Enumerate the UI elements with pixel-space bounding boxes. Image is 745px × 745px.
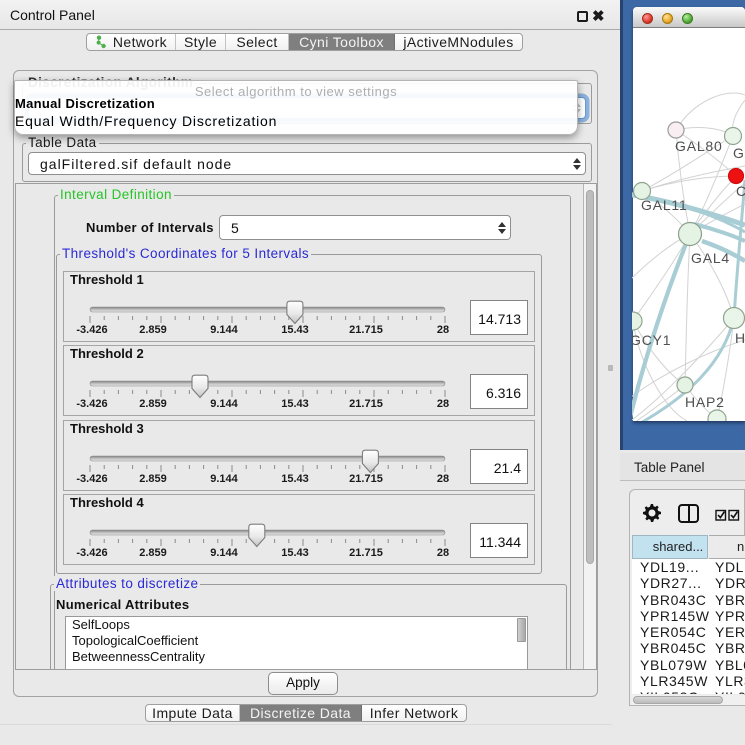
svg-text:9.144: 9.144 (210, 547, 238, 559)
svg-text:28: 28 (437, 473, 449, 485)
svg-text:H: H (735, 330, 745, 346)
svg-text:GA: GA (733, 145, 745, 161)
svg-text:-3.426: -3.426 (76, 398, 107, 410)
svg-text:21.715: 21.715 (349, 547, 383, 559)
svg-text:9.144: 9.144 (210, 324, 238, 336)
svg-text:28: 28 (437, 547, 449, 559)
svg-text:28: 28 (437, 324, 449, 336)
svg-text:21.715: 21.715 (349, 473, 383, 485)
svg-text:15.43: 15.43 (281, 324, 309, 336)
svg-text:21.715: 21.715 (349, 398, 383, 410)
svg-text:C: C (736, 183, 745, 199)
svg-text:15.43: 15.43 (281, 398, 309, 410)
svg-text:2.859: 2.859 (139, 324, 167, 336)
svg-text:GCY1: GCY1 (632, 332, 671, 348)
svg-text:2.859: 2.859 (139, 547, 167, 559)
svg-text:28: 28 (437, 398, 449, 410)
svg-text:21.715: 21.715 (349, 324, 383, 336)
svg-text:-3.426: -3.426 (76, 547, 107, 559)
svg-text:15.43: 15.43 (281, 473, 309, 485)
svg-text:HAP2: HAP2 (685, 394, 725, 410)
svg-text:9.144: 9.144 (210, 473, 238, 485)
svg-text:9.144: 9.144 (210, 398, 238, 410)
svg-text:GAL4: GAL4 (691, 250, 730, 266)
svg-text:2.859: 2.859 (139, 398, 167, 410)
svg-text:GAL11: GAL11 (641, 197, 688, 213)
svg-text:15.43: 15.43 (281, 547, 309, 559)
svg-text:GAL80: GAL80 (675, 138, 723, 154)
svg-text:2.859: 2.859 (139, 473, 167, 485)
svg-text:-3.426: -3.426 (76, 473, 107, 485)
svg-text:-3.426: -3.426 (76, 324, 107, 336)
